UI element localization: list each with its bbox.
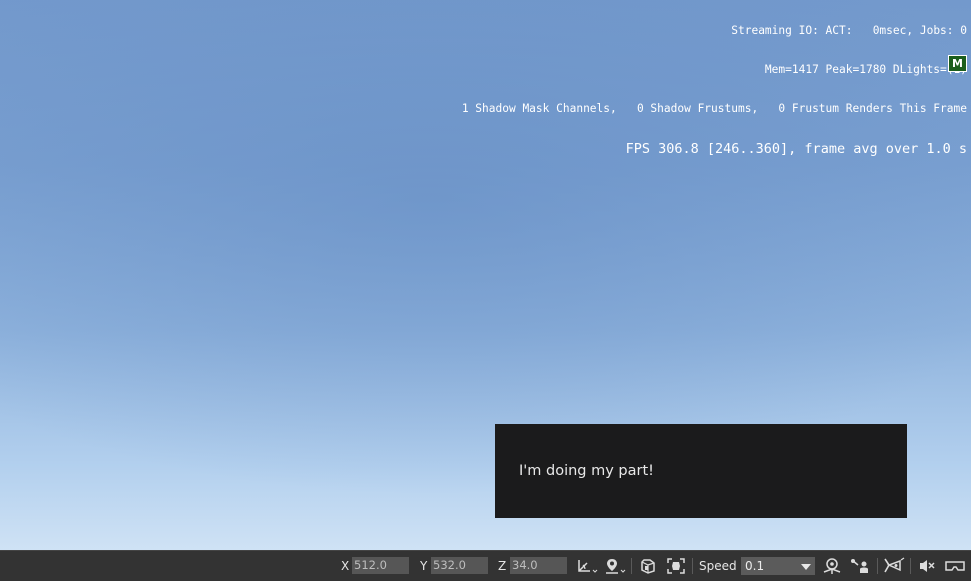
notification-toast: I'm doing my part!: [495, 424, 907, 518]
x-coordinate-field[interactable]: 512.0: [352, 557, 409, 574]
toolbar-separator: [692, 558, 693, 574]
debug-overlay: Streaming IO: ACT: 0msec, Jobs: 0 Mem=14…: [462, 0, 967, 183]
y-coordinate-field[interactable]: 532.0: [431, 557, 488, 574]
vr-preview-icon[interactable]: [882, 556, 906, 576]
y-label: Y: [420, 559, 428, 573]
frame-selection-icon[interactable]: [665, 556, 687, 576]
speed-value: 0.1: [745, 559, 765, 573]
terrain-follow-icon[interactable]: [821, 556, 843, 576]
toolbar-separator: [910, 558, 911, 574]
z-label: Z: [498, 559, 507, 573]
speed-dropdown[interactable]: 0.1: [741, 557, 815, 575]
fps-counter: FPS 306.8 [246..360], frame avg over 1.0…: [625, 141, 967, 157]
shadow-stats: 1 Shadow Mask Channels, 0 Shadow Frustum…: [461, 102, 967, 115]
viewport[interactable]: Streaming IO: ACT: 0msec, Jobs: 0 Mem=14…: [0, 0, 971, 550]
toast-message: I'm doing my part!: [519, 463, 654, 479]
vr-headset-icon[interactable]: [943, 556, 967, 576]
x-label: X: [341, 559, 350, 573]
speed-label: Speed: [699, 559, 737, 573]
mute-icon[interactable]: [916, 556, 938, 576]
camera-object-icon[interactable]: [849, 556, 871, 576]
z-coordinate-field[interactable]: 34.0: [510, 557, 567, 574]
object-snap-icon[interactable]: [637, 556, 659, 576]
snap-to-terrain-icon[interactable]: [603, 556, 627, 576]
toolbar-separator: [631, 558, 632, 574]
toolbar-separator: [877, 558, 878, 574]
m-badge: M: [948, 55, 967, 72]
memory-stats: Mem=1417 Peak=1780 DLights=(1): [764, 63, 967, 76]
chevron-down-icon: [801, 564, 811, 570]
bottom-toolbar: X 512.0 Y 532.0 Z 34.0 Speed 0.1: [0, 550, 971, 581]
axis-constraint-icon[interactable]: [575, 556, 599, 576]
streaming-io-stats: Streaming IO: ACT: 0msec, Jobs: 0: [731, 24, 967, 37]
